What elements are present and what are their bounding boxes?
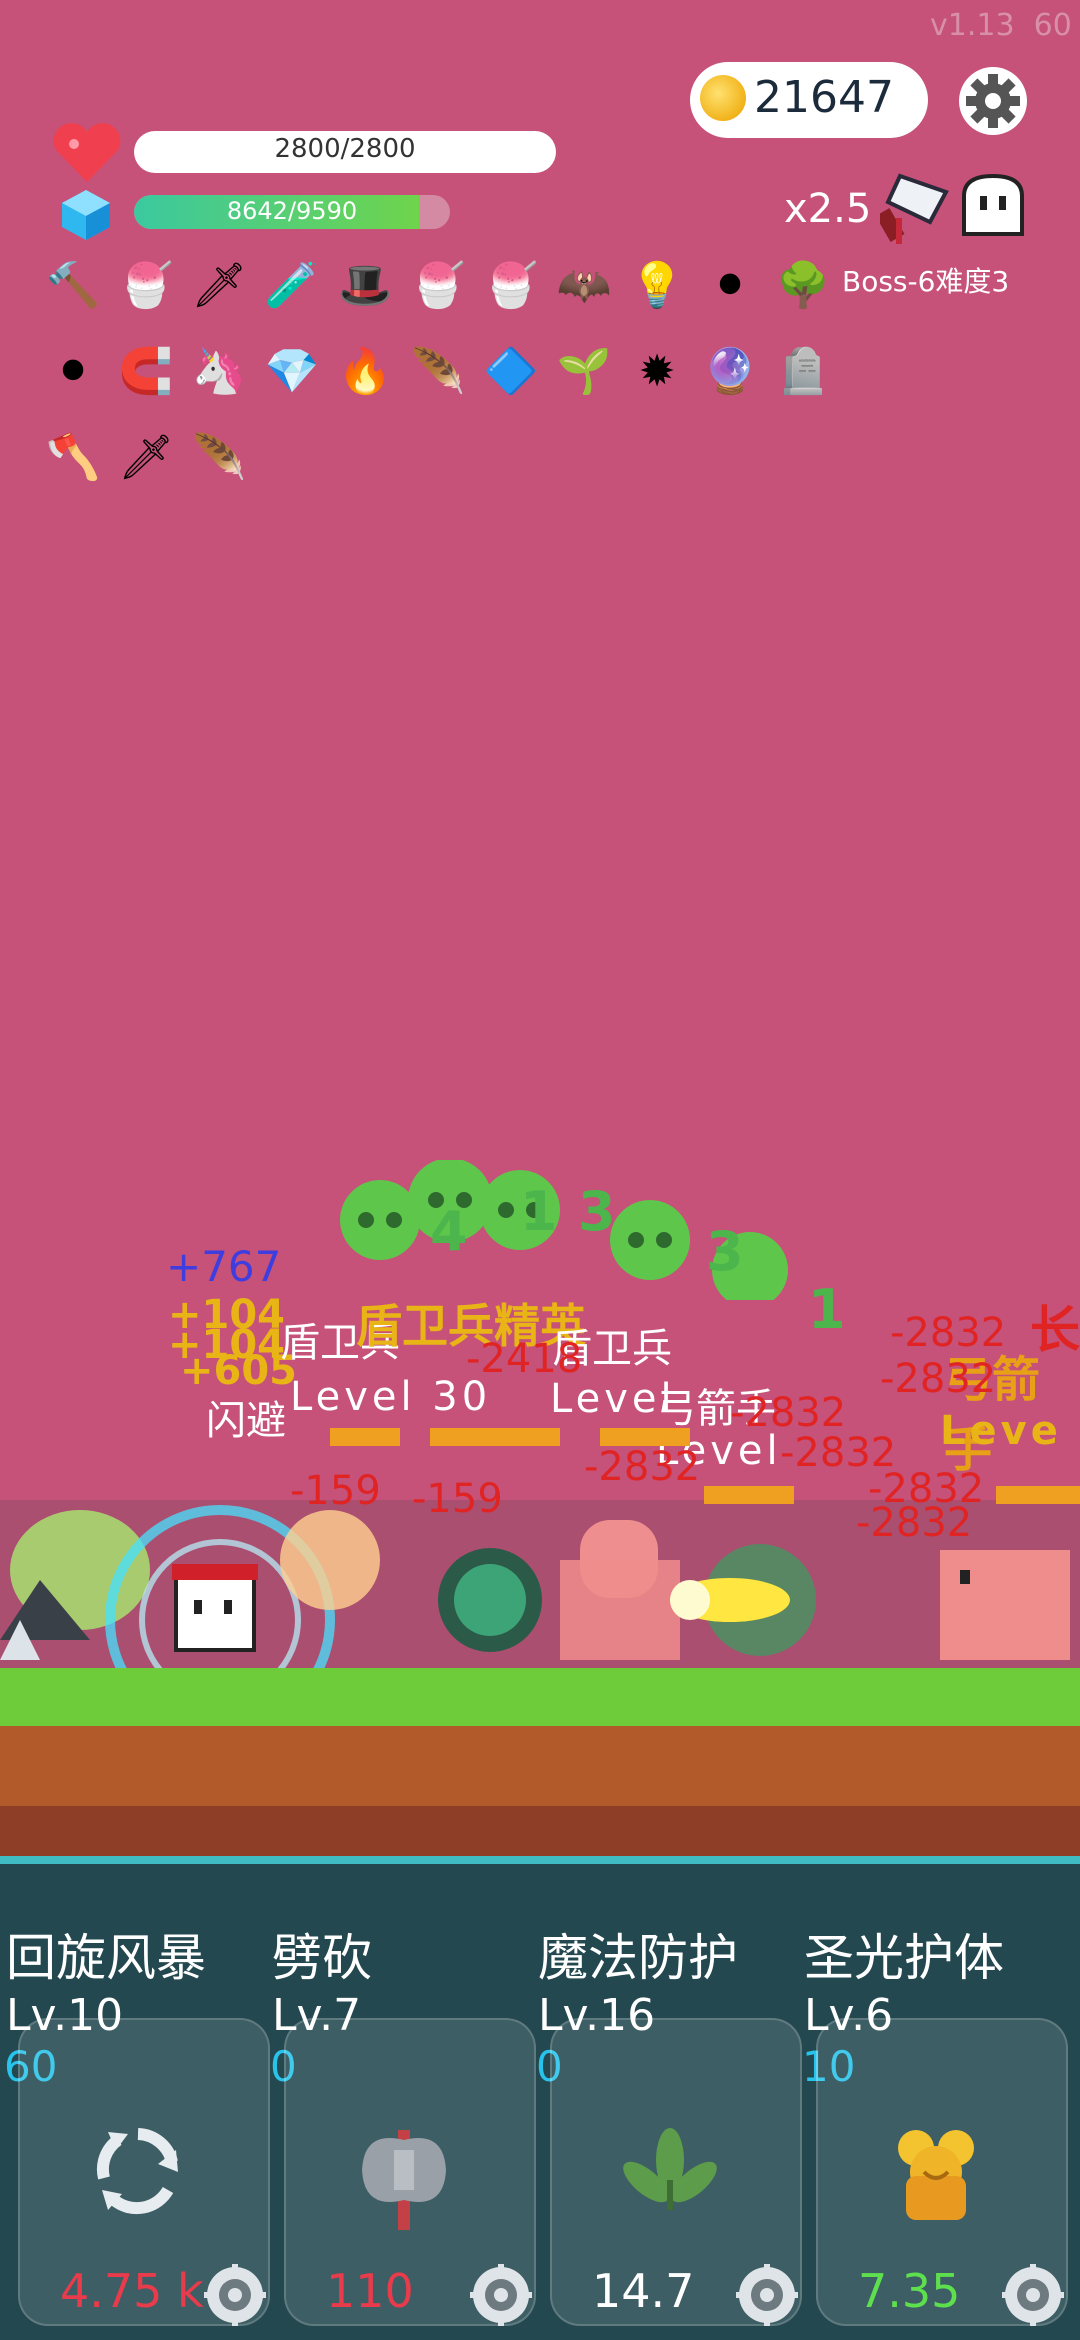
- cleaver-icon: [880, 173, 949, 244]
- enemy-level: Leve: [940, 1408, 1062, 1454]
- axe-icon[interactable]: 🪓: [44, 426, 102, 488]
- mana-gem-icon: [62, 190, 110, 240]
- version-label: v1.13 60: [930, 8, 1072, 43]
- heart-icon: [53, 123, 121, 182]
- crystal-ball-icon[interactable]: 🔮: [701, 340, 759, 402]
- enemy-hp-bar: [330, 1428, 400, 1446]
- skill-name: 回旋风暴: [6, 1929, 206, 1987]
- ghost-icon: [962, 173, 1024, 236]
- upgrade-gear-icon[interactable]: [736, 2264, 798, 2326]
- dodge-text: 闪避: [206, 1398, 286, 1444]
- enemy-level: Level 30: [290, 1374, 492, 1420]
- skill-name: 魔法防护: [538, 1929, 738, 1987]
- wizard-hat-icon[interactable]: 🎩: [336, 254, 394, 316]
- hp-text: 2800/2800: [274, 134, 416, 164]
- axe-icon: [354, 2120, 454, 2244]
- skill-name: 圣光护体: [804, 1929, 1004, 1987]
- enemy-hp-bar: [600, 1428, 690, 1446]
- ice-cream-icon[interactable]: 🍧: [409, 254, 467, 316]
- ice-cream-icon[interactable]: 🍧: [482, 254, 540, 316]
- plant-icon[interactable]: 🌱: [555, 340, 613, 402]
- mp-text: 8642/9590: [226, 197, 358, 225]
- upgrade-cost: 14.7: [592, 2264, 695, 2318]
- ice-cream-icon[interactable]: 🍧: [117, 254, 175, 316]
- upgrade-gear-icon[interactable]: [204, 2264, 266, 2326]
- tree-icon[interactable]: 🌳: [774, 254, 832, 316]
- diamond-icon[interactable]: 💎: [263, 340, 321, 402]
- cycle-icon: [88, 2120, 188, 2224]
- cauldron-icon[interactable]: ⚫: [701, 254, 759, 316]
- skill-name: 劈砍: [272, 1929, 372, 1987]
- poison-count: 3: [706, 1220, 744, 1283]
- upgrade-cost: 4.75 k: [60, 2264, 204, 2318]
- upgrade-gear-icon[interactable]: [470, 2264, 532, 2326]
- spiked-ball-icon[interactable]: ✹: [628, 340, 686, 402]
- sword-icon[interactable]: 🗡: [190, 254, 248, 316]
- coin-icon: [700, 75, 746, 121]
- leaf-icon: [620, 2120, 720, 2224]
- poison-count: 1: [808, 1278, 846, 1341]
- damage-number: -2418: [466, 1336, 583, 1382]
- upgrade-cost: 7.35: [858, 2264, 961, 2318]
- poison-count: 3: [578, 1180, 616, 1243]
- enemy-level: Level: [550, 1376, 676, 1422]
- dirt-layer: [0, 1726, 1080, 1806]
- flame-icon[interactable]: 🔥: [336, 340, 394, 402]
- wing-icon[interactable]: 🪶: [409, 340, 467, 402]
- unicorn-icon[interactable]: 🦄: [190, 340, 248, 402]
- dagger-icon[interactable]: 🗡: [117, 426, 175, 488]
- hammer-icon[interactable]: 🔨: [44, 254, 102, 316]
- magnet-icon[interactable]: 🧲: [117, 340, 175, 402]
- battle-scene: [0, 1505, 1070, 1680]
- gravestone-icon[interactable]: 🪦: [774, 340, 832, 402]
- settings-gear-icon[interactable]: [958, 66, 1028, 136]
- bat-icon[interactable]: 🦇: [555, 254, 613, 316]
- boss-difficulty-label: Boss-6难度3: [842, 265, 1010, 298]
- lightbulb-icon[interactable]: 💡: [628, 254, 686, 316]
- poison-count: 1: [520, 1180, 558, 1243]
- speed-multiplier[interactable]: x2.5: [784, 186, 871, 232]
- cauldron-icon[interactable]: ⚫: [44, 340, 102, 402]
- heal-number: +767: [166, 1242, 282, 1291]
- upgrade-cost: 110: [326, 2264, 414, 2318]
- enemy-name: 长: [1030, 1301, 1080, 1359]
- halo-icon: [886, 2120, 986, 2234]
- enemy-hp-bar: [430, 1428, 560, 1446]
- grass-ground: [0, 1668, 1080, 1726]
- crystal-icon[interactable]: 🔷: [482, 340, 540, 402]
- damage-number: -2832: [880, 1356, 997, 1402]
- upgrade-gear-icon[interactable]: [1002, 2264, 1064, 2326]
- dirt-layer: [0, 1806, 1080, 1856]
- wing-icon[interactable]: 🪶: [190, 426, 248, 488]
- potion-icon[interactable]: 🧪: [263, 254, 321, 316]
- poison-count: 4: [430, 1200, 468, 1263]
- panel-divider: [0, 1856, 1080, 1864]
- coin-value: 21647: [754, 72, 894, 123]
- damage-number: -2832: [890, 1310, 1007, 1356]
